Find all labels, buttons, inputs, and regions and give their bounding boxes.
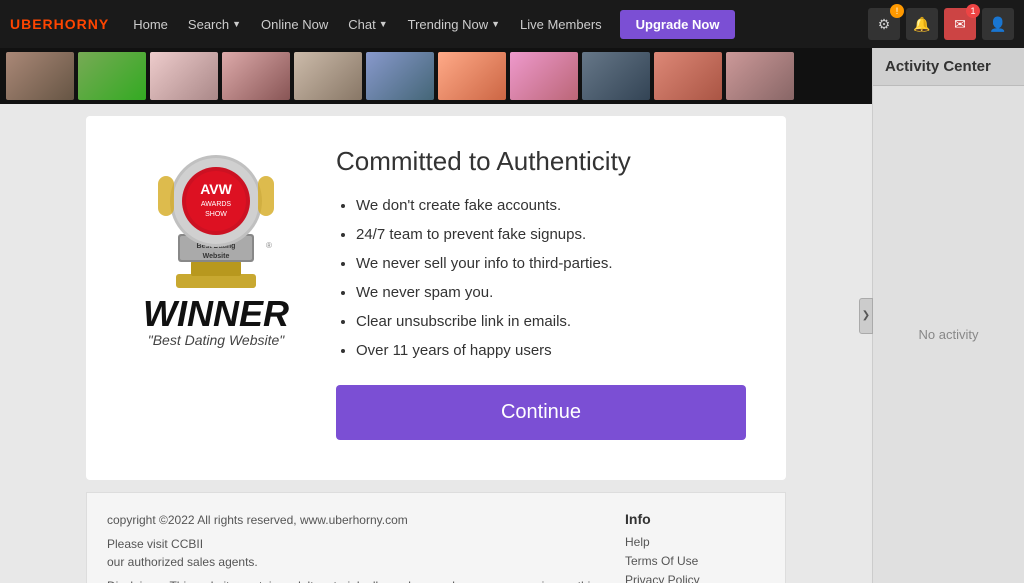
nav-chat[interactable]: Chat ▼	[338, 0, 397, 48]
feature-item: 24/7 team to prevent fake signups.	[356, 224, 746, 245]
member-thumb[interactable]	[726, 52, 794, 100]
card-title: Committed to Authenticity	[336, 146, 746, 177]
winner-label: WINNER	[143, 296, 289, 332]
chat-dropdown-arrow: ▼	[379, 19, 388, 29]
feature-item: We don't create fake accounts.	[356, 195, 746, 216]
member-thumb[interactable]	[6, 52, 74, 100]
page-wrapper: Best Dating Website AVW AWARDS SHOW	[0, 48, 1024, 583]
nav-search[interactable]: Search ▼	[178, 0, 251, 48]
nav-live-members[interactable]: Live Members	[510, 0, 612, 48]
main-content: Best Dating Website AVW AWARDS SHOW	[0, 48, 872, 583]
svg-text:AWARDS: AWARDS	[201, 201, 232, 208]
search-dropdown-arrow: ▼	[232, 19, 241, 29]
sidebar-title: Activity Center	[873, 48, 1024, 86]
feature-item: We never sell your info to third-parties…	[356, 253, 746, 274]
thumbnails-strip	[0, 48, 872, 104]
sidebar-collapse-button[interactable]: ❯	[859, 298, 873, 334]
feature-item: Clear unsubscribe link in emails.	[356, 311, 746, 332]
notifications-button[interactable]: 🔔	[906, 8, 938, 40]
upgrade-button[interactable]: Upgrade Now	[620, 10, 736, 39]
warning-badge: !	[890, 4, 904, 18]
nav-home[interactable]: Home	[123, 0, 178, 48]
member-thumb[interactable]	[510, 52, 578, 100]
feature-list: We don't create fake accounts. 24/7 team…	[336, 195, 746, 361]
member-thumb[interactable]	[582, 52, 650, 100]
bell-icon: 🔔	[913, 16, 930, 33]
trending-dropdown-arrow: ▼	[491, 19, 500, 29]
nav-trending[interactable]: Trending Now ▼	[398, 0, 510, 48]
copyright-text: copyright ©2022 All rights reserved, www…	[107, 511, 605, 529]
member-thumb[interactable]	[78, 52, 146, 100]
site-logo[interactable]: UBERHORNY	[10, 16, 109, 32]
feature-item: Over 11 years of happy users	[356, 340, 746, 361]
user-icon: 👤	[989, 16, 1006, 33]
visit-text: Please visit CCBII our authorized sales …	[107, 535, 605, 571]
footer-help-link[interactable]: Help	[625, 535, 765, 549]
message-badge: 1	[966, 4, 980, 18]
activity-sidebar: ❯ Activity Center No activity	[872, 48, 1024, 583]
profile-button[interactable]: 👤	[982, 8, 1014, 40]
award-section: Best Dating Website AVW AWARDS SHOW	[126, 146, 306, 440]
member-thumb[interactable]	[654, 52, 722, 100]
sidebar-content: No activity	[873, 86, 1024, 583]
footer-left: copyright ©2022 All rights reserved, www…	[107, 511, 605, 583]
svg-text:SHOW: SHOW	[205, 211, 227, 218]
member-thumb[interactable]	[222, 52, 290, 100]
footer-terms-link[interactable]: Terms Of Use	[625, 554, 765, 568]
member-thumb[interactable]	[366, 52, 434, 100]
disclaimer-text: Disclaimer: This website contains adult …	[107, 577, 605, 583]
content-section: Committed to Authenticity We don't creat…	[336, 146, 746, 440]
member-thumb[interactable]	[438, 52, 506, 100]
member-thumb[interactable]	[294, 52, 362, 100]
svg-text:AVW: AVW	[200, 181, 232, 197]
main-card: Best Dating Website AVW AWARDS SHOW	[86, 116, 786, 480]
nav-online-now[interactable]: Online Now	[251, 0, 338, 48]
svg-text:®: ®	[266, 241, 272, 250]
gear-icon: ⚙	[878, 16, 891, 33]
member-thumb[interactable]	[150, 52, 218, 100]
footer-privacy-link[interactable]: Privacy Policy	[625, 573, 765, 583]
feature-item: We never spam you.	[356, 282, 746, 303]
footer-info-title: Info	[625, 511, 765, 527]
no-activity-label: No activity	[919, 327, 979, 342]
message-icon: ✉	[954, 16, 966, 33]
trophy-svg: Best Dating Website AVW AWARDS SHOW	[146, 146, 286, 296]
settings-button[interactable]: ⚙ !	[868, 8, 900, 40]
winner-subtitle: "Best Dating Website"	[148, 332, 285, 348]
footer-right: Info Help Terms Of Use Privacy Policy Re…	[625, 511, 765, 583]
svg-text:Website: Website	[203, 253, 230, 260]
navbar: UBERHORNY Home Search ▼ Online Now Chat …	[0, 0, 1024, 48]
continue-button[interactable]: Continue	[336, 385, 746, 440]
messages-button[interactable]: ✉ 1	[944, 8, 976, 40]
chevron-right-icon: ❯	[862, 310, 870, 321]
nav-right-icons: ⚙ ! 🔔 ✉ 1 👤	[868, 8, 1014, 40]
footer: copyright ©2022 All rights reserved, www…	[86, 492, 786, 583]
